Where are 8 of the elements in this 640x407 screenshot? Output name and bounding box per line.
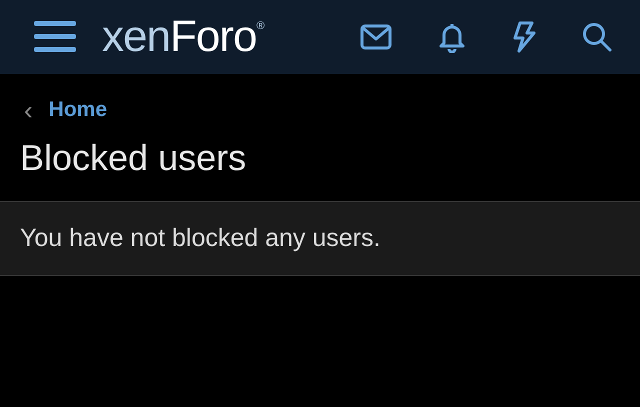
chevron-left-icon: ‹ — [24, 96, 33, 123]
breadcrumb-link[interactable]: Home — [48, 94, 108, 126]
search-icon[interactable] — [582, 22, 612, 52]
notification-bell-icon[interactable] — [438, 21, 466, 53]
mail-icon[interactable] — [360, 24, 392, 50]
empty-message: You have not blocked any users. — [0, 200, 640, 276]
lightning-bolt-icon[interactable] — [512, 21, 536, 53]
page-title: Blocked users — [20, 136, 248, 179]
